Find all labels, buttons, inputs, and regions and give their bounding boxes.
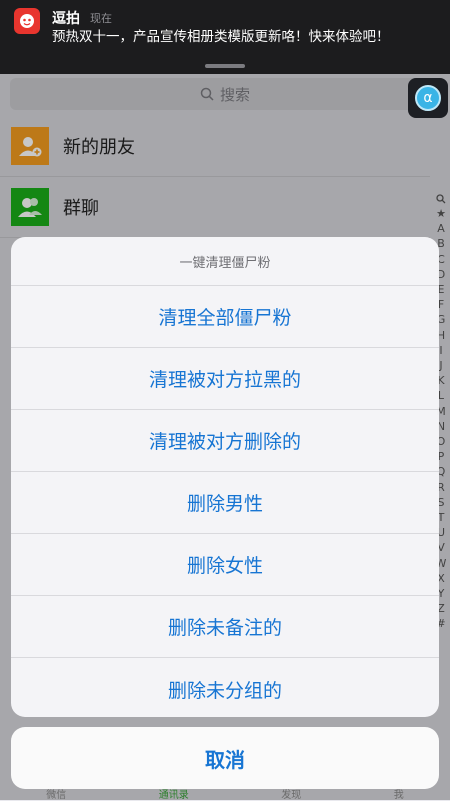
delete-female-button[interactable]: 删除女性	[11, 534, 439, 596]
clean-deleted-by-contact-button[interactable]: 清理被对方删除的	[11, 410, 439, 472]
delete-ungrouped-button[interactable]: 删除未分组的	[11, 658, 439, 717]
clean-all-zombie-fans-button[interactable]: 清理全部僵尸粉	[11, 286, 439, 348]
notification-handle[interactable]	[205, 64, 245, 68]
action-sheet-title: 一键清理僵尸粉	[11, 237, 439, 286]
action-sheet: 一键清理僵尸粉 清理全部僵尸粉 清理被对方拉黑的 清理被对方删除的 删除男性 删…	[11, 237, 439, 717]
delete-male-button[interactable]: 删除男性	[11, 472, 439, 534]
delete-no-remark-button[interactable]: 删除未备注的	[11, 596, 439, 658]
notification-time: 现在	[90, 12, 112, 25]
notification-message: 预热双十一，产品宣传相册类模版更新咯！快来体验吧！	[52, 29, 390, 45]
notification-banner[interactable]: 逗拍 现在 预热双十一，产品宣传相册类模版更新咯！快来体验吧！	[0, 0, 450, 74]
cancel-button[interactable]: 取消	[11, 727, 439, 789]
clean-blocked-by-contact-button[interactable]: 清理被对方拉黑的	[11, 348, 439, 410]
floating-assistant-button[interactable]: α	[408, 78, 448, 118]
alpha-icon: α	[415, 85, 441, 111]
app-icon	[14, 8, 40, 34]
